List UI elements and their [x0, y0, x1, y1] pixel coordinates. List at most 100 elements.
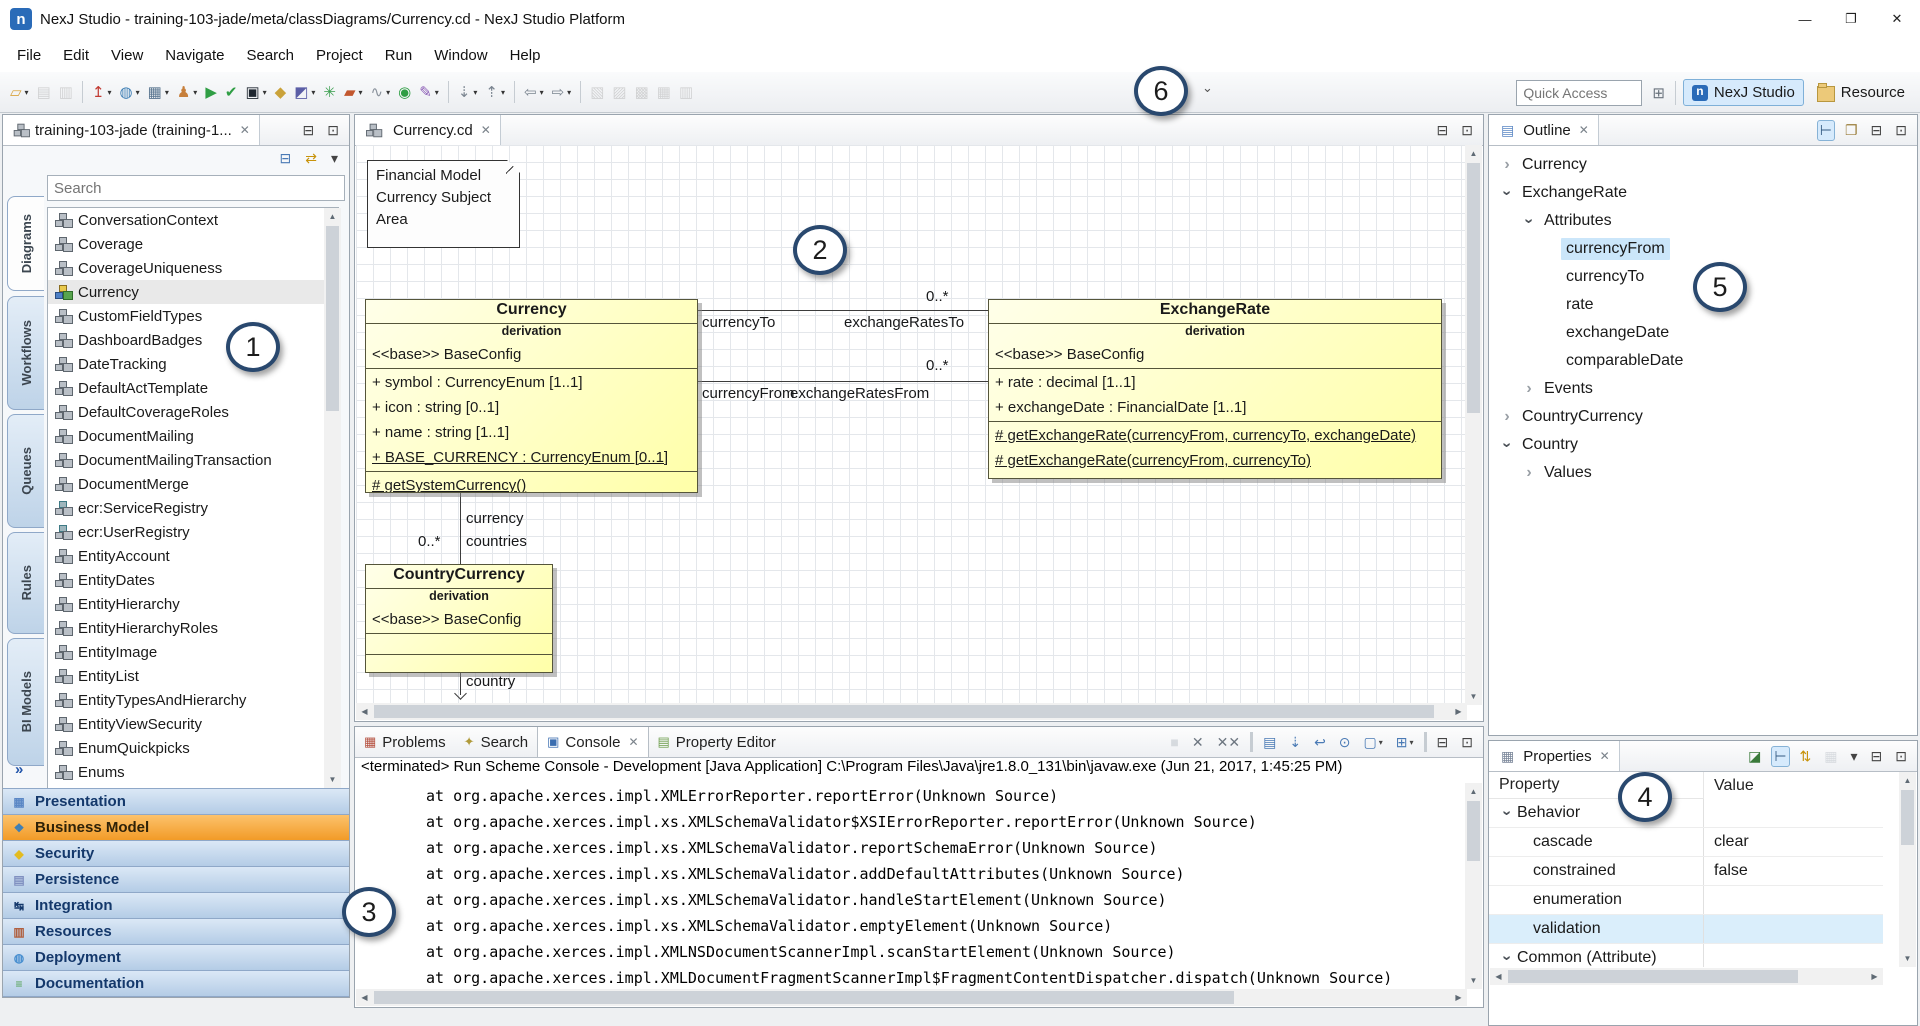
list-item[interactable]: Currency — [48, 280, 338, 304]
twistie-icon[interactable] — [1497, 949, 1517, 967]
perspective-button[interactable]: NexJ Studio — [1683, 79, 1804, 106]
remove-launch-icon[interactable]: ✕▾ — [1189, 732, 1207, 753]
minimize-icon[interactable]: ⊟▾ — [1868, 746, 1886, 767]
class-attribute[interactable]: + rate : decimal [1..1] — [989, 370, 1441, 395]
outline-node[interactable]: ExchangeRate — [1489, 179, 1917, 207]
role-label[interactable]: country — [466, 673, 515, 690]
role-label[interactable]: exchangeRatesTo — [844, 314, 964, 331]
open-perspective-icon[interactable]: ⊞ — [1649, 82, 1668, 104]
dropdown-arrow-icon[interactable]: ▾ — [311, 88, 315, 97]
table-view-icon[interactable]: ❐▾ — [1842, 120, 1861, 141]
dropdown-arrow-icon[interactable]: ▾ — [25, 88, 29, 97]
list-item[interactable]: DocumentMailing — [48, 424, 338, 448]
open-console-icon[interactable]: ⊞▾ — [1393, 732, 1417, 753]
remove-all-launches-icon[interactable]: ✕✕▾ — [1214, 732, 1243, 753]
scheme-button[interactable]: ✳ ▾ — [320, 79, 339, 105]
list-item[interactable]: ecr:ServiceRegistry — [48, 496, 338, 520]
new-wizard-button[interactable]: ▱ ▾ — [7, 79, 32, 105]
upgrade-metadata-button[interactable]: ↥ ▾ — [89, 79, 115, 105]
class-attribute[interactable]: + exchangeDate : FinancialDate [1..1] — [989, 395, 1441, 420]
search-input[interactable] — [47, 175, 345, 201]
list-item[interactable]: DocumentMerge — [48, 472, 338, 496]
association-line-exchangeRatesFrom[interactable] — [698, 381, 988, 382]
twistie-icon[interactable] — [1519, 212, 1539, 230]
outline-node[interactable]: Country — [1489, 431, 1917, 459]
association-line-countries[interactable] — [460, 493, 461, 564]
twistie-icon[interactable] — [1497, 804, 1517, 822]
deploy-button[interactable]: ▰ ▾ — [341, 79, 366, 105]
forward-button[interactable]: ⇨ ▾ — [549, 79, 575, 105]
menu-item[interactable]: View — [100, 47, 154, 64]
dropdown-arrow-icon[interactable]: ▾ — [108, 88, 112, 97]
section-item[interactable]: ◍ Deployment — [3, 945, 349, 971]
restore-defaults-icon[interactable]: ▦▾ — [1821, 746, 1840, 767]
role-label[interactable]: currencyTo — [702, 314, 775, 331]
section-item[interactable]: ◆ Security — [3, 841, 349, 867]
server-button[interactable]: ▦ ▾ — [145, 79, 172, 105]
maximize-icon[interactable]: ⊡▾ — [1458, 732, 1476, 753]
terminate-icon[interactable]: ■▾ — [1167, 732, 1181, 752]
menu-item[interactable]: Help — [499, 47, 552, 64]
association-line-exchangeRatesTo[interactable] — [698, 310, 988, 311]
console-vertical-scrollbar[interactable]: ▲ ▼ — [1465, 783, 1482, 989]
distribute-button[interactable]: ▩ ▾ — [632, 79, 652, 105]
multiplicity-label[interactable]: 0..* — [926, 288, 949, 305]
toolbar-overflow-chevron[interactable]: ⌄ — [1202, 80, 1213, 96]
search-model-button[interactable]: ∿ ▾ — [368, 79, 394, 105]
canvas-horizontal-scrollbar[interactable]: ◀ ▶ — [356, 703, 1467, 720]
annotate-button[interactable]: ✎ ▾ — [416, 79, 442, 105]
explorer-view-tab[interactable]: training-103-jade (training-1... ✕ — [3, 115, 260, 145]
close-icon[interactable]: ✕ — [628, 735, 638, 749]
list-item[interactable]: EnumQuickpicks — [48, 736, 338, 760]
outline-view-tab[interactable]: ▤ Outline ✕ — [1489, 115, 1599, 145]
menu-item[interactable]: Navigate — [154, 47, 235, 64]
list-item[interactable]: EntityList — [48, 664, 338, 688]
outline-node[interactable]: exchangeDate — [1489, 319, 1917, 347]
sort-icon[interactable]: ⇅▾ — [1797, 746, 1815, 767]
property-row[interactable]: validation — [1489, 915, 1883, 944]
list-item[interactable]: DocumentMailingTransaction — [48, 448, 338, 472]
outline-tree[interactable]: Currency ExchangeRate Attributes currenc… — [1489, 151, 1917, 735]
list-item[interactable]: DateTracking — [48, 352, 338, 376]
twistie-icon[interactable] — [1497, 436, 1517, 454]
class-attribute[interactable]: + name : string [1..1] — [366, 420, 697, 445]
user-button[interactable]: ♟ ▾ — [174, 79, 200, 105]
class-attribute[interactable]: + icon : string [0..1] — [366, 395, 697, 420]
grid-button[interactable]: ▦ ▾ — [654, 79, 674, 105]
maximize-icon[interactable]: ⊡▾ — [1892, 120, 1910, 141]
list-item[interactable]: ecr:UserRegistry — [48, 520, 338, 544]
maximize-icon[interactable]: ⊡▾ — [324, 120, 342, 141]
outline-node[interactable]: currencyFrom — [1489, 235, 1917, 263]
save-all-button[interactable]: ▥ ▾ — [56, 79, 76, 105]
model-library-button[interactable]: ◩ ▾ — [291, 79, 318, 105]
close-icon[interactable]: ✕ — [240, 123, 250, 137]
class-attribute[interactable]: + BASE_CURRENCY : CurrencyEnum [0..1] — [366, 445, 697, 470]
maximize-window-button[interactable]: ❐ — [1828, 0, 1874, 38]
pin-console-icon[interactable]: ⊙▾ — [1336, 732, 1354, 753]
console-output[interactable]: at org.apache.xerces.impl.XMLErrorReport… — [356, 783, 1462, 989]
package-button[interactable]: ◆ ▾ — [272, 79, 290, 105]
uml-class-countrycurrency[interactable]: CountryCurrency derivation <<base>> Base… — [365, 564, 553, 673]
dropdown-arrow-icon[interactable]: ▾ — [386, 88, 390, 97]
bottom-tab[interactable]: ▦ Problems ✕ — [355, 727, 455, 757]
menu-item[interactable]: File — [6, 47, 52, 64]
property-row[interactable]: enumeration — [1489, 886, 1883, 915]
maximize-icon[interactable]: ⊡▾ — [1892, 746, 1910, 767]
section-item[interactable]: ≡ Documentation — [3, 971, 349, 997]
outline-node[interactable]: Attributes — [1489, 207, 1917, 235]
vertical-tab[interactable]: Workflows — [7, 296, 44, 410]
diagram-canvas[interactable]: Financial Model Currency Subject Area cu… — [356, 145, 1467, 705]
minimize-icon[interactable]: ⊟▾ — [1868, 120, 1886, 141]
dropdown-arrow-icon[interactable]: ▾ — [473, 88, 477, 97]
twistie-icon[interactable] — [1519, 380, 1539, 398]
bottom-tab[interactable]: ▣ Console ✕ — [537, 727, 648, 757]
list-item[interactable]: EntityDates — [48, 568, 338, 592]
pull-button[interactable]: ⇣ ▾ — [455, 79, 481, 105]
run-button[interactable]: ▶ ▾ — [202, 79, 220, 105]
section-item[interactable]: ▦ Presentation — [3, 789, 349, 815]
menu-item[interactable]: Run — [374, 47, 424, 64]
class-attribute[interactable]: + symbol : CurrencyEnum [1..1] — [366, 370, 697, 395]
scroll-lock-icon[interactable]: ⇣▾ — [1286, 732, 1304, 753]
list-item[interactable]: DefaultCoverageRoles — [48, 400, 338, 424]
menu-item[interactable]: Window — [423, 47, 498, 64]
